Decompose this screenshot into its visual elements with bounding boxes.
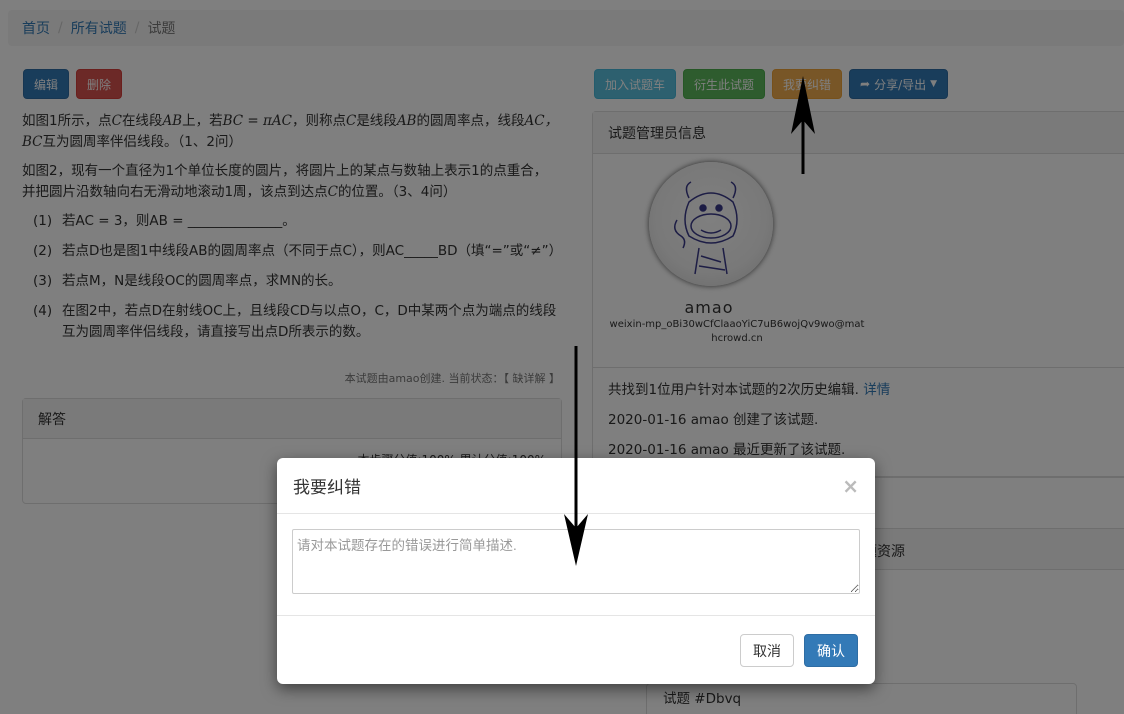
modal-title: 我要纠错: [293, 478, 361, 498]
cancel-button[interactable]: 取消: [740, 634, 794, 667]
close-icon[interactable]: ×: [842, 474, 859, 498]
arrow-up-icon: [791, 76, 815, 174]
arrow-down-icon: [564, 346, 588, 566]
page: 首页 / 所有试题 / 试题 编辑 删除 加入试题车 衍生此试题 我要纠错 ➦ …: [0, 0, 1124, 714]
modal-footer-divider: [277, 615, 875, 616]
confirm-button[interactable]: 确认: [804, 634, 858, 667]
